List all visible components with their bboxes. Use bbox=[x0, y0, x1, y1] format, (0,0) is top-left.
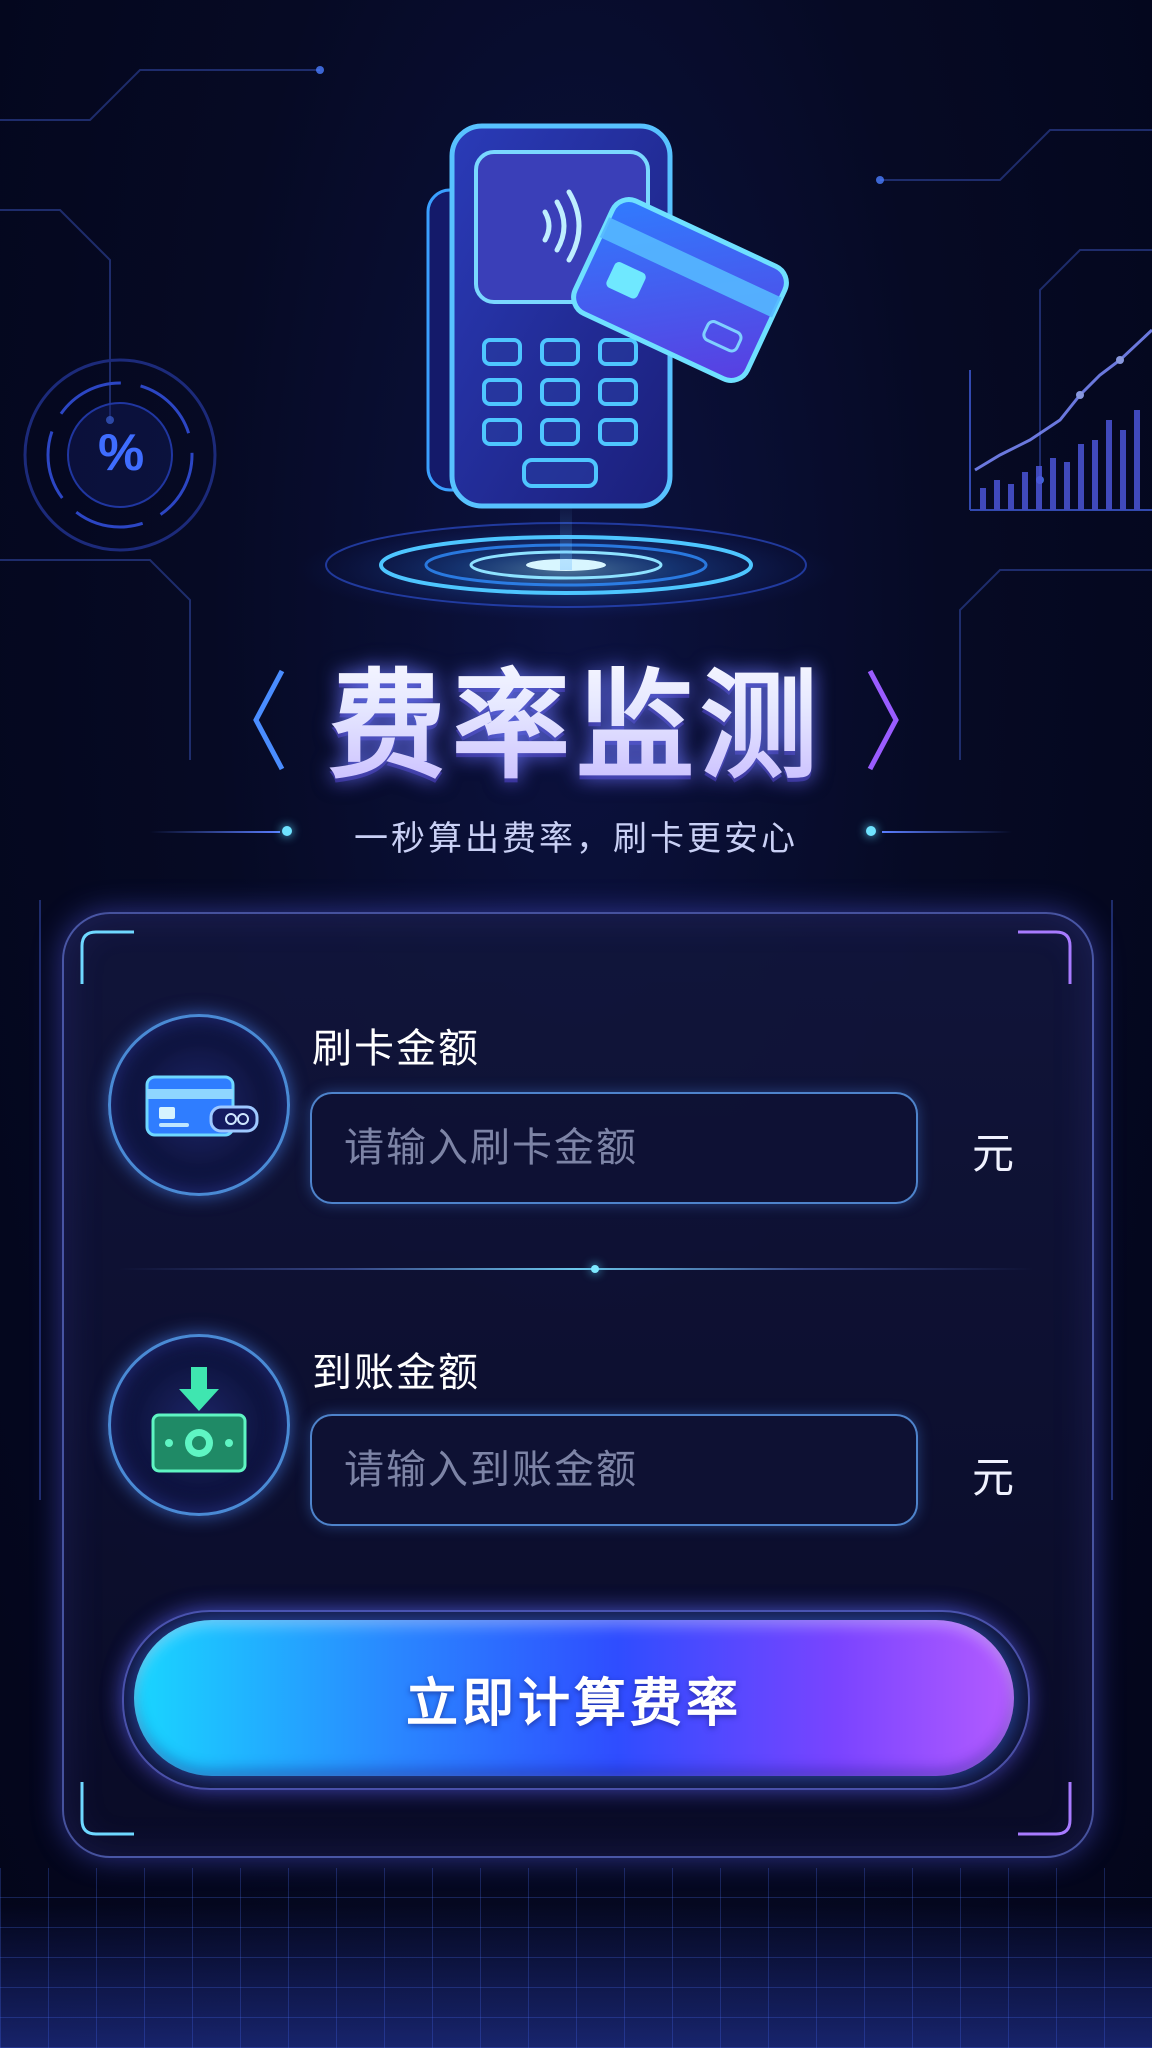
field-divider bbox=[118, 1268, 1034, 1270]
received-amount-input[interactable] bbox=[310, 1414, 918, 1526]
calculate-rate-button[interactable]: 立即计算费率 bbox=[134, 1620, 1014, 1776]
background-floor-grid bbox=[0, 1868, 1152, 2048]
pos-terminal-icon bbox=[426, 123, 673, 509]
cash-download-icon bbox=[151, 1367, 247, 1473]
swipe-amount-input[interactable] bbox=[310, 1092, 918, 1204]
title-container: 费率监测 bbox=[0, 650, 1152, 795]
divider-dot bbox=[591, 1265, 599, 1273]
card-corner-top-right bbox=[1018, 930, 1072, 984]
card-corner-bottom-right bbox=[1018, 1782, 1072, 1836]
swipe-amount-icon-ring bbox=[108, 1014, 290, 1196]
received-amount-unit: 元 bbox=[972, 1453, 1015, 1502]
received-amount-label: 到账金额 bbox=[312, 1350, 480, 1396]
swipe-amount-label: 刷卡金额 bbox=[312, 1026, 480, 1072]
percent-symbol: % bbox=[98, 424, 145, 482]
trend-chart-icon bbox=[969, 328, 1152, 511]
subtitle-container: 一秒算出费率，刷卡更安心 bbox=[0, 810, 1152, 860]
page-title: 费率监测 bbox=[328, 630, 824, 801]
card-corner-bottom-left bbox=[80, 1782, 134, 1836]
card-corner-top-left bbox=[80, 930, 134, 984]
floating-credit-card-icon bbox=[571, 197, 789, 383]
received-amount-icon-ring bbox=[108, 1334, 290, 1516]
page-subtitle: 一秒算出费率，刷卡更安心 bbox=[354, 818, 798, 859]
swipe-amount-unit: 元 bbox=[972, 1129, 1015, 1178]
credit-card-icon bbox=[145, 1075, 259, 1137]
